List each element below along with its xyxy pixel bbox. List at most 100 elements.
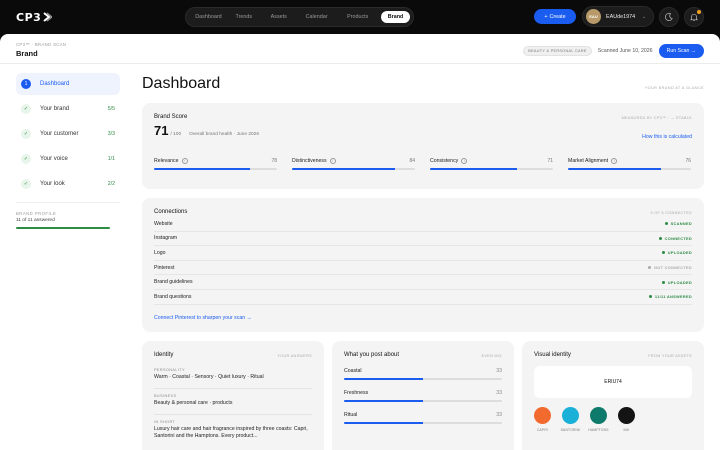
visual-identity-meta: FROM YOUR ASSETS [648,354,692,358]
sidebar-item-label: Your look [40,181,65,187]
user-menu[interactable]: EAU EAUde1974 ⌄ [582,6,654,27]
sidebar-item-count: 2/2 [107,181,115,187]
post-topic-value: 33 [496,368,502,374]
connection-label: Instagram [154,235,178,242]
metric-header: Distinctiveness i 84 [292,158,415,164]
connection-label: Logo [154,249,166,256]
post-bar-fill [344,378,423,380]
theme-toggle-button[interactable] [659,7,679,27]
connection-status: UPLOADED [661,250,692,255]
nav-trends[interactable]: Trends [229,11,259,23]
swatch-name: SANTORINI [560,428,581,432]
sidebar-item-dashboard[interactable]: 1 Dashboard [16,73,120,95]
post-topic-coastal: Coastal 33 [344,368,502,380]
top-bar: CP3 Dashboard Trends Assets Calendar Product… [0,0,720,34]
connection-row-pinterest[interactable]: Pinterest NOT CONNECTED [154,261,692,276]
score-metrics: Relevance i 78 Distinctiveness i 84 Consistenc… [154,158,691,170]
connection-row-instagram[interactable]: Instagram CONNECTED [154,232,692,247]
connection-label: Website [154,220,173,227]
metric-relevance: Relevance i 78 [154,158,277,170]
swatch-santorini[interactable]: SANTORINI [560,407,581,432]
metric-bar-fill [292,168,396,170]
post-topic-label: Coastal [344,368,362,374]
metric-consistency: Consistency i 71 [430,158,553,170]
check-icon: ✓ [21,154,31,164]
status-dot-icon [648,295,652,299]
sidebar-item-your-brand[interactable]: ✓ Your brand 5/5 [16,98,120,120]
sidebar-item-count: 5/5 [107,106,115,112]
notification-dot [697,10,701,14]
color-swatch-dot [534,407,551,424]
sidebar-item-your-look[interactable]: ✓ Your look 2/2 [16,173,120,195]
brand-logo[interactable]: CP3 [16,10,53,24]
connection-row-brand-questions[interactable]: Brand questions 11/11 ANSWERED [154,290,692,305]
metric-header: Consistency i 71 [430,158,553,164]
scan-date: Scanned June 10, 2026 [597,48,653,54]
metric-bar-track [430,168,553,170]
connections-title: Connections [154,209,188,215]
metric-value: 76 [685,158,691,164]
how-calculated-link[interactable]: How this is calculated [642,134,692,140]
connection-label: Brand questions [154,293,192,300]
info-icon[interactable]: i [329,158,336,164]
connection-row-logo[interactable]: Logo UPLOADED [154,246,692,261]
sidebar-item-your-voice[interactable]: ✓ Your voice 1/1 [16,148,120,170]
swatch-capri[interactable]: CAPRI [534,407,551,432]
metric-label: Distinctiveness [292,158,327,164]
swatch-hamptons[interactable]: HAMPTONS [588,407,609,432]
status-dot-icon [664,222,668,226]
check-icon: ✓ [21,104,31,114]
sidebar-item-your-customer[interactable]: ✓ Your customer 3/3 [16,123,120,145]
connection-row-website[interactable]: Website SCANNED [154,217,692,232]
metric-header: Relevance i 78 [154,158,277,164]
status-dot-icon [658,236,662,240]
sidebar-item-count: 1/1 [107,156,115,162]
sidebar-item-count: 3/3 [107,131,115,137]
posts-title: What you post about [344,352,400,358]
connect-pinterest-link[interactable]: Connect Pinterest to sharpen your scan → [154,315,692,321]
metric-label: Market Alignment [568,158,609,164]
post-bar-track [344,400,502,402]
metric-label: Consistency [430,158,459,164]
check-icon: ✓ [21,129,31,139]
nav-brand[interactable]: Brand [381,11,410,23]
main-page: CP3™ · BRAND SCAN Brand BEAUTY & PERSONA… [0,34,720,450]
connection-status-text: SCANNED [670,221,692,227]
connection-status: SCANNED [664,221,692,227]
post-bar-fill [344,422,423,424]
connection-status: 11/11 ANSWERED [648,294,692,299]
score-value: 71 [154,123,169,138]
nav-calendar[interactable]: Calendar [299,11,335,23]
dashboard-title: Dashboard [142,75,221,92]
brand-score-meta: MEASURED BY CP3™ · → STABLE [621,116,692,120]
post-topic-header: Ritual 33 [344,412,502,418]
swatch-name: HAMPTONS [588,428,609,432]
run-scan-button[interactable]: Run Scan → [658,44,704,58]
connection-row-brand-guidelines[interactable]: Brand guidelines UPLOADED [154,275,692,290]
connection-status: CONNECTED [658,236,692,241]
post-topic-label: Ritual [344,412,358,418]
notifications-button[interactable] [684,7,704,27]
plus-icon: + [544,13,548,20]
metric-bar-track [292,168,415,170]
connection-status: NOT CONNECTED [648,265,692,270]
swatch-name: CAPRI [536,428,549,432]
bell-icon [690,13,698,21]
swatch-ink[interactable]: INK [618,407,635,432]
personality-label: PERSONALITY [154,368,185,372]
info-icon[interactable]: i [611,158,618,164]
create-button[interactable]: + Create [534,9,576,24]
logo-arrow-icon [43,12,53,22]
info-icon[interactable]: i [461,158,468,164]
step-number-icon: 1 [21,79,31,89]
status-dot-icon [648,266,652,270]
score-description: Overall brand health · June 2026 [189,132,260,137]
nav-assets[interactable]: Assets [265,11,293,23]
business-value: Beauty & personal care · products [154,399,233,406]
check-icon: ✓ [21,179,31,189]
nav-dashboard[interactable]: Dashboard [194,11,223,23]
nav-products[interactable]: Products [340,11,375,23]
post-topic-header: Coastal 33 [344,368,502,374]
connection-label: Brand guidelines [154,279,193,286]
info-icon[interactable]: i [181,158,188,164]
